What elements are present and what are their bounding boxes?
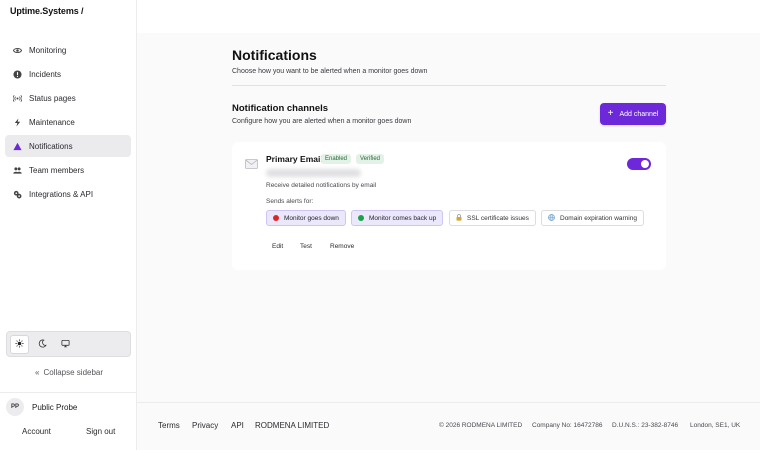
broadcast-icon <box>13 94 22 103</box>
sidebar-item-label: Monitoring <box>29 45 67 55</box>
sidebar-item-label: Maintenance <box>29 117 75 127</box>
warning-triangle-icon <box>13 142 22 151</box>
channel-description: Receive detailed notifications by email <box>266 182 377 189</box>
collapse-label: Collapse sidebar <box>43 368 104 377</box>
sidebar-item-integrations[interactable]: Integrations & API <box>5 183 131 205</box>
theme-switcher <box>6 331 131 357</box>
footer-link-company[interactable]: RODMENA LIMITED <box>255 421 329 430</box>
footer-company-no: Company No: 16472786 <box>532 422 603 429</box>
footer-duns: D.U.N.S.: 23-382-8746 <box>612 422 679 429</box>
sidebar-item-label: Integrations & API <box>29 189 94 199</box>
edit-button[interactable]: Edit <box>272 243 283 250</box>
footer-link-terms[interactable]: Terms <box>158 421 180 430</box>
channel-enabled-toggle[interactable] <box>627 158 651 170</box>
footer-divider <box>137 402 760 403</box>
add-channel-button[interactable]: + Add channel <box>600 103 666 125</box>
user-profile[interactable]: PP Public Probe <box>6 398 77 416</box>
theme-light-button[interactable] <box>10 334 29 354</box>
sidebar-divider <box>0 392 137 393</box>
footer-link-privacy[interactable]: Privacy <box>192 421 218 430</box>
main-content: Notifications Choose how you want to be … <box>137 0 760 450</box>
plus-icon: + <box>607 108 614 119</box>
alert-chip-label: Monitor goes down <box>284 214 339 222</box>
globe-icon <box>548 213 555 223</box>
alert-chip-ssl[interactable]: SSL certificate issues <box>449 210 536 226</box>
redacted-email <box>266 169 361 177</box>
bolt-icon <box>13 117 22 127</box>
alert-chip-monitor-up[interactable]: Monitor comes back up <box>351 210 444 226</box>
top-bar <box>137 0 760 33</box>
alert-chip-domain[interactable]: Domain expiration warning <box>541 210 644 226</box>
users-icon <box>13 166 22 175</box>
cogs-icon <box>13 190 22 199</box>
test-button[interactable]: Test <box>300 243 312 250</box>
red-dot-icon <box>273 215 279 221</box>
page-title: Notifications <box>232 47 317 63</box>
toggle-knob <box>641 160 649 168</box>
divider <box>232 85 666 86</box>
footer-link-api[interactable]: API <box>231 421 244 430</box>
sidebar-item-monitoring[interactable]: Monitoring <box>5 39 131 61</box>
channel-card: Primary Email Enabled Verified Receive d… <box>232 142 666 270</box>
footer-location: London, SE1, UK <box>690 422 741 429</box>
avatar: PP <box>6 398 24 416</box>
sidebar-item-incidents[interactable]: Incidents <box>5 63 131 85</box>
section-title: Notification channels <box>232 103 329 114</box>
add-channel-label: Add channel <box>619 110 659 118</box>
sign-out-link[interactable]: Sign out <box>86 427 115 436</box>
eye-icon <box>13 46 22 55</box>
sidebar-item-maintenance[interactable]: Maintenance <box>5 111 131 133</box>
sidebar-item-label: Status pages <box>29 93 76 103</box>
moon-icon <box>38 339 47 350</box>
account-link[interactable]: Account <box>22 427 51 436</box>
theme-dark-button[interactable] <box>33 335 52 354</box>
alert-chip-label: Monitor comes back up <box>369 214 437 222</box>
status-badge-verified: Verified <box>356 154 385 164</box>
envelope-icon <box>245 159 258 171</box>
green-dot-icon <box>358 215 364 221</box>
sidebar-item-notifications[interactable]: Notifications <box>5 135 131 157</box>
footer-copyright: © 2026 RODMENA LIMITED <box>439 422 523 429</box>
brand-logo[interactable]: Uptime.Systems / <box>10 6 84 16</box>
monitor-icon <box>61 339 70 350</box>
lock-icon <box>456 213 462 223</box>
sidebar-item-team-members[interactable]: Team members <box>5 159 131 181</box>
sidebar-nav: Monitoring Incidents Status pages Mainte… <box>5 39 131 207</box>
sidebar-item-status-pages[interactable]: Status pages <box>5 87 131 109</box>
alert-chip-label: Domain expiration warning <box>560 214 637 222</box>
theme-system-button[interactable] <box>56 335 75 354</box>
sidebar-item-label: Notifications <box>29 141 73 151</box>
channel-name: Primary Email <box>266 154 323 164</box>
alert-chip-label: SSL certificate issues <box>467 214 529 222</box>
chevrons-left-icon: « <box>35 368 40 377</box>
remove-button[interactable]: Remove <box>330 243 354 250</box>
page-subtitle: Choose how you want to be alerted when a… <box>232 68 428 75</box>
alert-chip-monitor-down[interactable]: Monitor goes down <box>266 210 346 226</box>
sidebar-item-label: Incidents <box>29 69 62 79</box>
user-name: Public Probe <box>32 402 78 412</box>
section-subtitle: Configure how you are alerted when a mon… <box>232 118 412 125</box>
alert-circle-icon <box>13 69 22 79</box>
sidebar: Uptime.Systems / Monitoring Incidents St… <box>0 0 137 450</box>
collapse-sidebar-button[interactable]: « Collapse sidebar <box>35 368 103 377</box>
sun-icon <box>15 338 24 350</box>
sends-alerts-label: Sends alerts for: <box>266 198 314 205</box>
status-badge-enabled: Enabled <box>321 154 352 164</box>
sidebar-item-label: Team members <box>29 165 85 175</box>
